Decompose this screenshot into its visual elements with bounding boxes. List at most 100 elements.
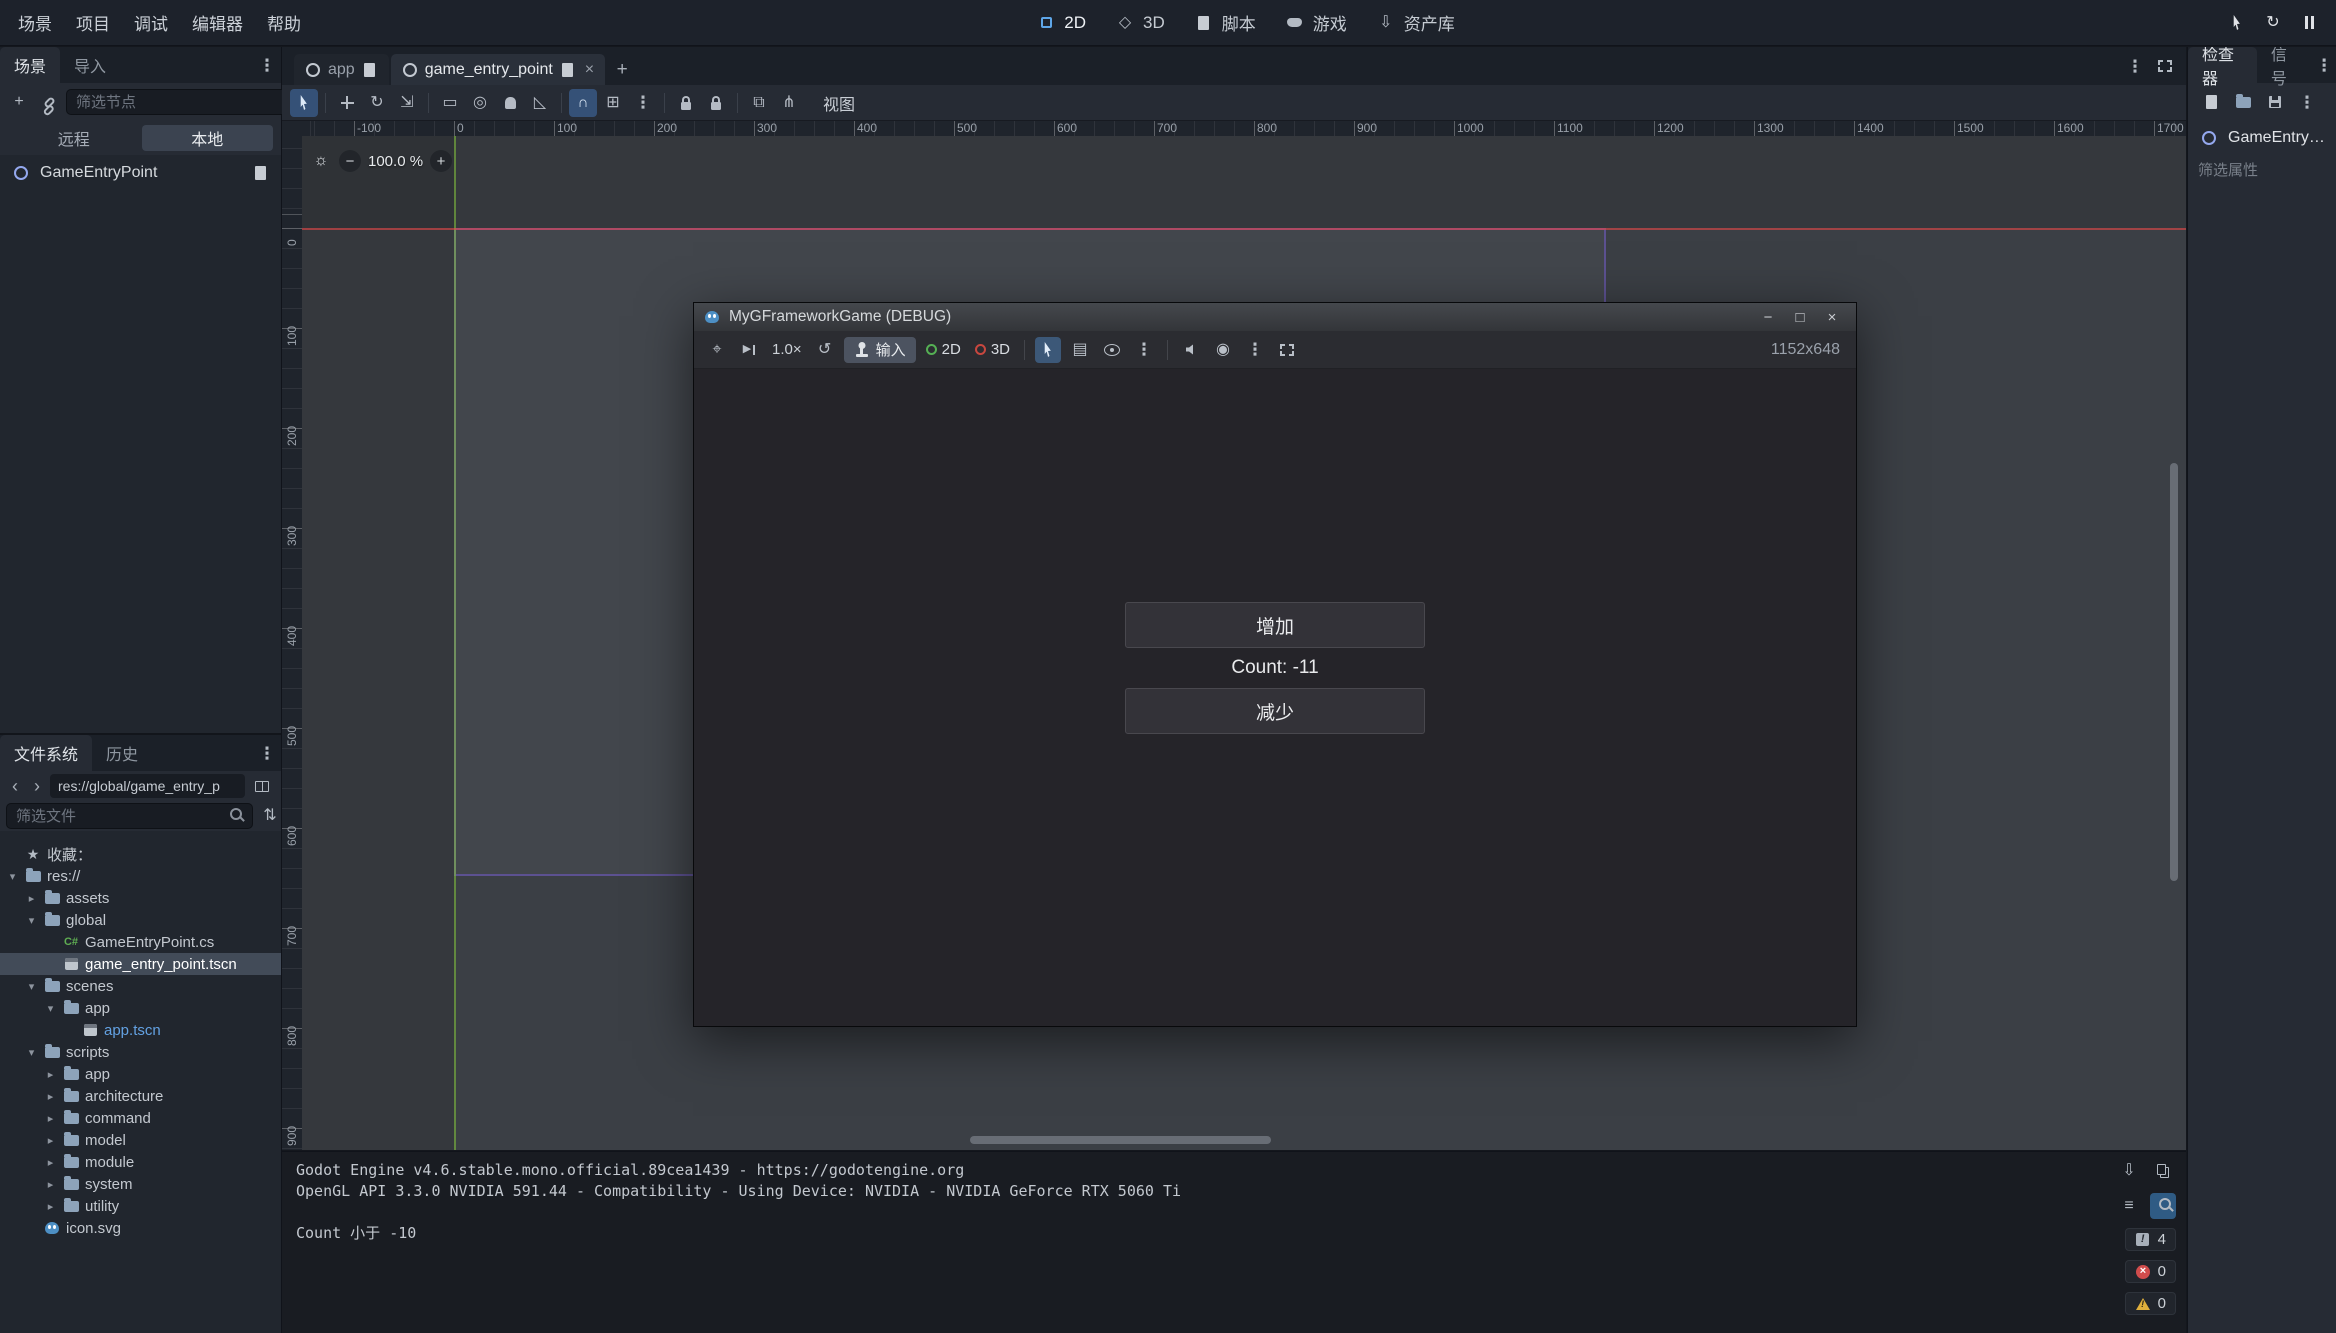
history-back-button[interactable]: ‹ — [6, 776, 24, 797]
minimize-button[interactable]: − — [1753, 305, 1783, 329]
tree-arrow-icon[interactable]: ▾ — [6, 870, 19, 883]
workspace-assetlib-button[interactable]: ⇩资产库 — [1361, 0, 1469, 45]
scale-tool-button[interactable]: ⇲ — [393, 89, 421, 117]
pause-button[interactable] — [2294, 8, 2324, 38]
visibility-button[interactable] — [1099, 337, 1125, 363]
close-button[interactable]: × — [1817, 305, 1847, 329]
reload-button[interactable]: ↻ — [2258, 8, 2288, 38]
open-script-button[interactable] — [249, 162, 271, 184]
close-scene-tab-icon[interactable]: × — [585, 61, 594, 79]
workspace-game-button[interactable]: 游戏 — [1270, 0, 1361, 45]
tree-arrow-icon[interactable]: ▸ — [44, 1068, 57, 1081]
instantiate-scene-button[interactable] — [36, 89, 62, 115]
2d-mode-button[interactable]: 2D — [922, 341, 965, 358]
move-tool-button[interactable] — [333, 89, 361, 117]
fs-item-16[interactable]: ▸utility — [0, 1195, 281, 1217]
toggle-split-mode-button[interactable] — [249, 773, 275, 799]
scene-tab-app[interactable]: app — [294, 54, 389, 85]
list-select-tool-button[interactable]: ▭ — [436, 89, 464, 117]
next-frame-button[interactable]: ▶ — [736, 337, 762, 363]
tab-history[interactable]: 历史 — [92, 735, 152, 771]
reset-button[interactable]: ↺ — [812, 337, 838, 363]
skeleton-options-button[interactable]: ⋔ — [775, 89, 803, 117]
fs-item-14[interactable]: ▸module — [0, 1151, 281, 1173]
load-resource-button[interactable] — [2230, 89, 2256, 115]
tree-arrow-icon[interactable]: ▸ — [44, 1112, 57, 1125]
inspector-menu-button[interactable]: ⋮ — [2294, 89, 2320, 115]
menu-debug[interactable]: 调试 — [122, 0, 180, 45]
errors-badge[interactable]: 0 — [2125, 1260, 2176, 1283]
workspace-script-button[interactable]: 脚本 — [1179, 0, 1270, 45]
camera-override-button[interactable]: ◉ — [1210, 337, 1236, 363]
fs-item-6[interactable]: ▾scenes — [0, 975, 281, 997]
more-options-button[interactable]: ⋮ — [1242, 337, 1268, 363]
tree-arrow-icon[interactable]: ▸ — [44, 1200, 57, 1213]
decrease-button[interactable]: 减少 — [1125, 688, 1425, 734]
add-scene-tab-button[interactable]: + — [607, 54, 637, 85]
tree-arrow-icon[interactable]: ▾ — [44, 1002, 57, 1015]
debug-button[interactable]: ⌖ — [704, 337, 730, 363]
file-sort-button[interactable]: ⇅ — [257, 803, 283, 829]
tree-arrow-icon[interactable]: ▾ — [25, 914, 38, 927]
remote-button[interactable]: 远程 — [8, 125, 140, 151]
tree-arrow-icon[interactable]: ▸ — [44, 1156, 57, 1169]
smart-snap-button[interactable]: ∩ — [569, 89, 597, 117]
rotate-tool-button[interactable]: ↻ — [363, 89, 391, 117]
view-menu-button[interactable]: 视图 — [815, 91, 863, 115]
fs-item-1[interactable]: ▾res:// — [0, 865, 281, 887]
playback-speed-label[interactable]: 1.0× — [768, 341, 806, 358]
scene-tabs-menu-button[interactable]: ⋮ — [2122, 53, 2148, 79]
tab-scene[interactable]: 场景 — [0, 47, 60, 83]
history-forward-button[interactable]: › — [28, 776, 46, 797]
zoom-out-button[interactable]: − — [339, 150, 361, 172]
fs-item-9[interactable]: ▾scripts — [0, 1041, 281, 1063]
fs-item-15[interactable]: ▸system — [0, 1173, 281, 1195]
fullscreen-button[interactable] — [1274, 337, 1300, 363]
fs-item-3[interactable]: ▾global — [0, 909, 281, 931]
tree-arrow-icon[interactable]: ▸ — [44, 1178, 57, 1191]
fs-item-5[interactable]: game_entry_point.tscn — [0, 953, 281, 975]
workspace-3d-button[interactable]: ◇3D — [1100, 0, 1179, 45]
list-select-button[interactable]: ▤ — [1067, 337, 1093, 363]
menu-project[interactable]: 项目 — [64, 0, 122, 45]
embed-cursor-button[interactable] — [2222, 8, 2252, 38]
copy-output-button[interactable] — [2150, 1158, 2176, 1184]
input-mode-button[interactable]: 输入 — [844, 337, 916, 363]
messages-badge[interactable]: 4 — [2125, 1228, 2176, 1251]
game-window-titlebar[interactable]: MyGFrameworkGame (DEBUG) − □ × — [694, 303, 1856, 331]
pan-tool-button[interactable] — [496, 89, 524, 117]
maximize-button[interactable]: □ — [1785, 305, 1815, 329]
new-resource-button[interactable] — [2198, 89, 2224, 115]
message-list-button[interactable]: ≡ — [2116, 1193, 2142, 1219]
fs-item-13[interactable]: ▸model — [0, 1129, 281, 1151]
tree-arrow-icon[interactable]: ▾ — [25, 1046, 38, 1059]
tab-signals[interactable]: 信号 — [2257, 47, 2312, 83]
warnings-badge[interactable]: 0 — [2125, 1292, 2176, 1315]
fs-item-12[interactable]: ▸command — [0, 1107, 281, 1129]
menu-editor[interactable]: 编辑器 — [180, 0, 255, 45]
tab-import[interactable]: 导入 — [60, 47, 120, 83]
scene-tab-game_entry_point[interactable]: game_entry_point× — [391, 54, 605, 85]
tree-arrow-icon[interactable]: ▸ — [25, 892, 38, 905]
fs-item-2[interactable]: ▸assets — [0, 887, 281, 909]
group-button[interactable]: ⧉ — [745, 89, 773, 117]
menu-scene[interactable]: 场景 — [6, 0, 64, 45]
increase-button[interactable]: 增加 — [1125, 602, 1425, 648]
3d-mode-button[interactable]: 3D — [971, 341, 1014, 358]
menu-help[interactable]: 帮助 — [255, 0, 313, 45]
tab-filesystem[interactable]: 文件系统 — [0, 735, 92, 771]
game-select-tool-button[interactable] — [1035, 337, 1061, 363]
scene-node[interactable]: GameEntryPoint — [0, 160, 281, 186]
current-path[interactable]: res://global/game_entry_p — [50, 774, 245, 798]
lock-button[interactable] — [672, 89, 700, 117]
fs-item-8[interactable]: app.tscn — [0, 1019, 281, 1041]
ruler-tool-button[interactable]: ◺ — [526, 89, 554, 117]
tree-arrow-icon[interactable]: ▸ — [44, 1134, 57, 1147]
zoom-in-button[interactable]: + — [430, 150, 452, 172]
fs-item-10[interactable]: ▸app — [0, 1063, 281, 1085]
save-log-button[interactable]: ⇩ — [2116, 1158, 2142, 1184]
fs-item-0[interactable]: ★收藏： — [0, 843, 281, 865]
add-node-button[interactable]: + — [6, 89, 32, 115]
fs-item-17[interactable]: icon.svg — [0, 1217, 281, 1239]
game-window[interactable]: MyGFrameworkGame (DEBUG) − □ × ⌖▶ 1.0× ↺输入… — [693, 302, 1857, 1027]
